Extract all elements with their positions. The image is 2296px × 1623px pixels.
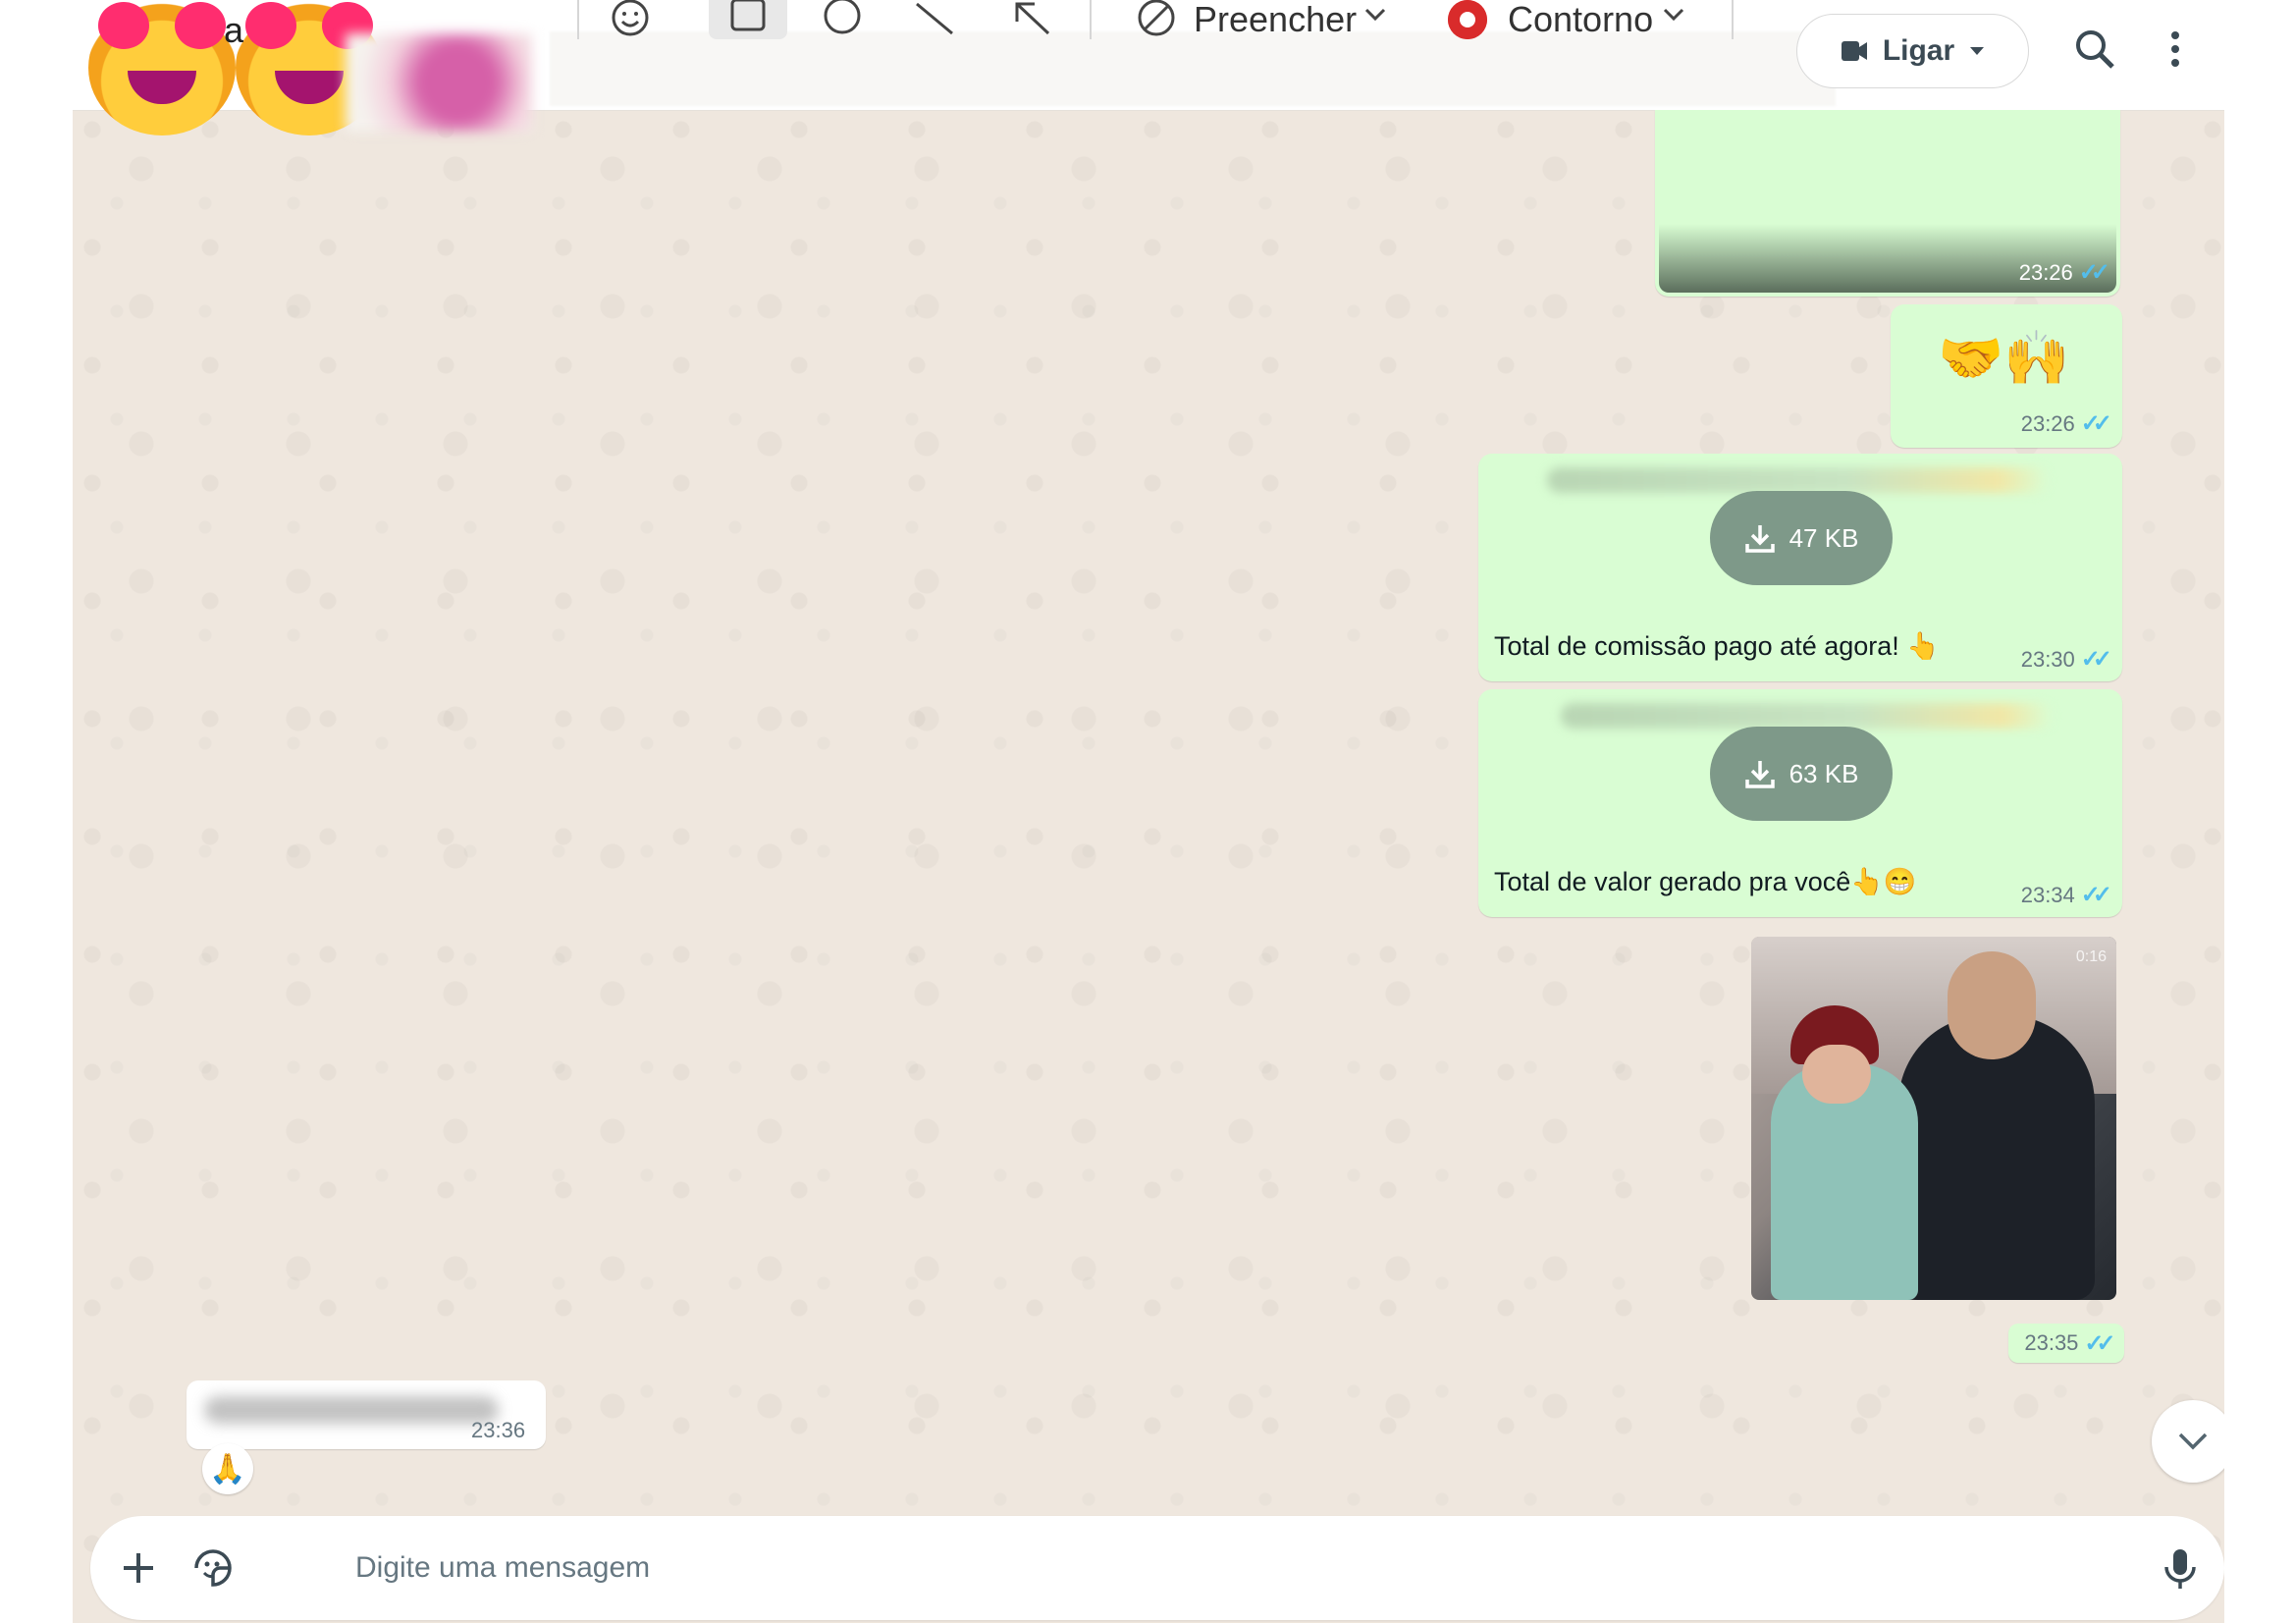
read-ticks-icon: ✓✓ (2080, 882, 2112, 908)
toolbar-divider (1732, 0, 1734, 39)
download-icon (1744, 761, 1775, 788)
left-margin (0, 0, 73, 1623)
line-icon[interactable] (913, 0, 956, 45)
mic-icon[interactable] (2156, 1543, 2205, 1593)
message-time: 23:26 ✓✓ (2020, 410, 2112, 437)
message-caption: Total de comissão pago até agora! 👆 (1494, 631, 1940, 661)
arrow-icon[interactable] (1011, 0, 1054, 45)
search-icon[interactable] (2071, 26, 2120, 75)
toolbar-divider (1090, 0, 1092, 39)
heart-eyes-emoji (88, 0, 236, 135)
message-time: 23:30 ✓✓ (2020, 646, 2112, 673)
call-label: Ligar (1882, 34, 1955, 67)
video-message[interactable]: 0:16 (1751, 937, 2116, 1300)
circle-icon[interactable] (821, 0, 864, 45)
contact-name[interactable]: a (224, 10, 243, 51)
video-duration: 0:16 (2075, 948, 2107, 965)
file-message[interactable]: 63 KB Total de valor gerado pra você👆😁 2… (1478, 689, 2122, 917)
chevron-down-icon (2178, 1433, 2208, 1450)
reaction-emoji[interactable]: 🙏 (202, 1443, 253, 1494)
download-button[interactable]: 63 KB (1710, 727, 1893, 821)
chevron-down-icon[interactable] (1361, 0, 1390, 40)
toolbar-divider (577, 0, 579, 39)
incoming-message[interactable]: 23:36 (187, 1380, 546, 1449)
message-time: 23:34 ✓✓ (2020, 882, 2112, 908)
read-ticks-icon: ✓✓ (2084, 1329, 2115, 1357)
fill-dropdown[interactable]: Preencher (1194, 0, 1357, 39)
sticker-icon[interactable] (188, 1543, 238, 1593)
video-call-icon (1841, 41, 1867, 61)
blurred-text (204, 1396, 499, 1424)
blurred-filename (1561, 703, 2052, 729)
emoji-content: 🤝🙌 (1938, 329, 2070, 388)
outline-dropdown[interactable]: Contorno (1508, 0, 1653, 39)
scroll-down-button[interactable] (2152, 1400, 2234, 1483)
square-tool[interactable] (709, 0, 787, 39)
right-margin (2224, 0, 2296, 1623)
chevron-down-icon (1970, 47, 1985, 55)
message-time: 23:26 ✓✓ (2018, 259, 2110, 286)
message-time: 23:36 (471, 1418, 526, 1442)
avatar[interactable] (346, 33, 532, 132)
message-input[interactable] (353, 1540, 2222, 1596)
square-icon (730, 0, 766, 31)
message-time: 23:35 ✓✓ (2008, 1324, 2124, 1363)
plus-icon[interactable] (114, 1543, 163, 1593)
fill-icon[interactable] (1135, 0, 1178, 45)
menu-icon[interactable] (2165, 26, 2215, 75)
call-button[interactable]: Ligar (1796, 14, 2029, 88)
chevron-down-icon[interactable] (1659, 0, 1688, 40)
file-size: 47 KB (1789, 522, 1859, 553)
smiley-icon[interactable] (609, 0, 652, 45)
message-caption: Total de valor gerado pra você👆😁 (1494, 867, 1917, 896)
download-icon (1744, 525, 1775, 553)
blurred-filename (1547, 467, 2048, 493)
outline-icon[interactable] (1448, 0, 1487, 39)
file-size: 63 KB (1789, 758, 1859, 788)
read-ticks-icon: ✓✓ (2078, 259, 2110, 286)
emoji-message[interactable]: 🤝🙌 23:26 ✓✓ (1891, 304, 2122, 448)
download-button[interactable]: 47 KB (1710, 491, 1893, 585)
read-ticks-icon: ✓✓ (2080, 410, 2112, 437)
read-ticks-icon: ✓✓ (2080, 646, 2112, 673)
image-message[interactable]: 23:26 ✓✓ (1655, 110, 2120, 297)
message-composer (90, 1516, 2224, 1620)
redaction-overlay (550, 31, 1836, 106)
file-message[interactable]: 47 KB Total de comissão pago até agora! … (1478, 454, 2122, 681)
